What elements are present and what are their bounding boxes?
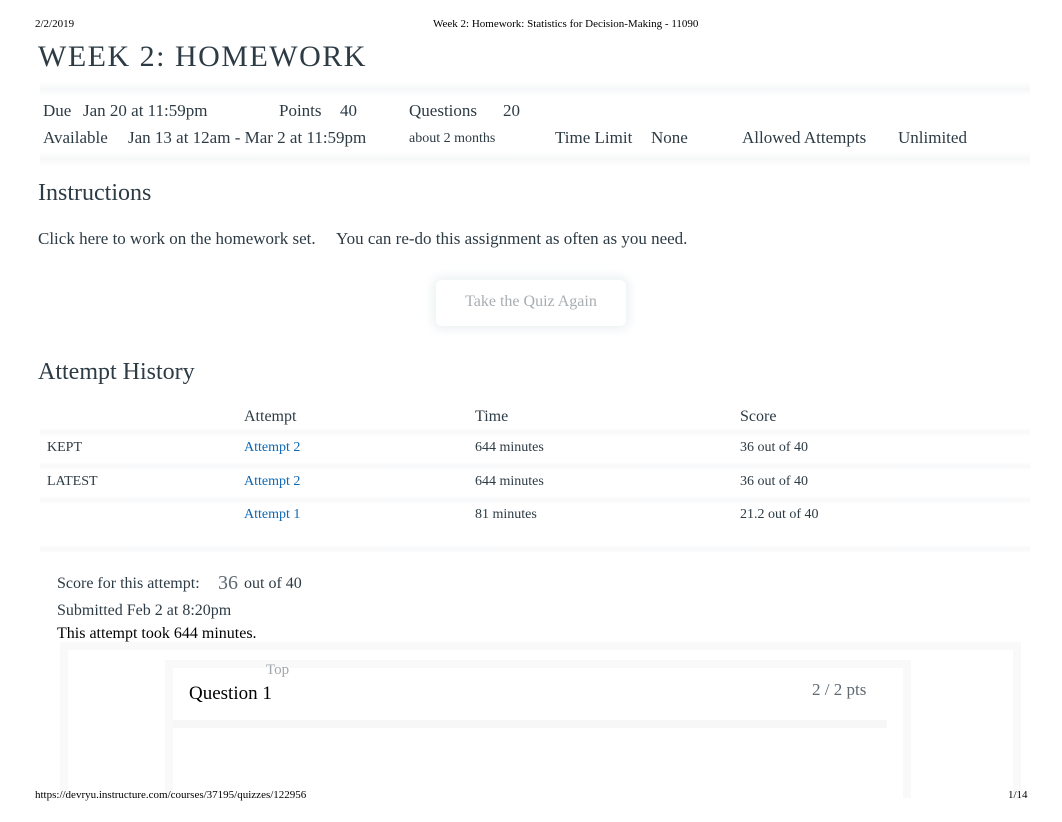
divider [40, 152, 1030, 166]
attempt-time: 644 minutes [475, 474, 544, 489]
take-quiz-again-button[interactable]: Take the Quiz Again [436, 280, 626, 326]
instructions-note: You can re-do this assignment as often a… [336, 229, 688, 248]
points-value: 40 [340, 101, 357, 120]
attempt-history-heading: Attempt History [38, 359, 195, 385]
time-limit-value: None [651, 128, 688, 147]
attempt-time: 81 minutes [475, 507, 537, 522]
column-header-attempt: Attempt [244, 408, 297, 425]
attempt-link[interactable]: Attempt 2 [244, 440, 300, 456]
homework-link[interactable]: Click here to work on the homework set. [38, 229, 316, 249]
score-out-of: out of 40 [244, 575, 302, 592]
question-header [173, 676, 887, 728]
questions-value: 20 [503, 101, 520, 120]
submitted-time: Submitted Feb 2 at 8:20pm [57, 602, 232, 619]
question-title: Question 1 [189, 683, 272, 704]
available-duration: about 2 months [409, 131, 496, 146]
divider [40, 82, 1030, 96]
attempt-link[interactable]: Attempt 2 [244, 474, 300, 490]
column-header-score: Score [740, 408, 777, 425]
attempt-score: 36 out of 40 [740, 474, 809, 489]
allowed-attempts-label: Allowed Attempts [742, 128, 867, 147]
print-date: 2/2/2019 [35, 18, 75, 30]
attempt-link[interactable]: Attempt 1 [244, 507, 300, 523]
allowed-attempts-value: Unlimited [898, 128, 967, 147]
print-doc-title: Week 2: Homework: Statistics for Decisio… [433, 18, 699, 30]
divider [40, 462, 1030, 470]
attempt-score: 36 out of 40 [740, 440, 809, 455]
questions-label: Questions [409, 101, 477, 120]
column-header-time: Time [475, 408, 509, 425]
question-points: 2 / 2 pts [812, 680, 867, 699]
page-title: WEEK 2: HOMEWORK [38, 40, 367, 73]
divider [40, 545, 1030, 553]
attempt-score: 21.2 out of 40 [740, 507, 819, 522]
top-link[interactable]: Top [266, 662, 289, 679]
row-tag: LATEST [47, 474, 98, 489]
due-label: Due [43, 101, 72, 120]
points-label: Points [279, 101, 322, 120]
print-url: https://devryu.instructure.com/courses/3… [35, 789, 307, 801]
attempt-time: 644 minutes [475, 440, 544, 455]
score-value: 36 [218, 572, 238, 594]
row-tag: KEPT [47, 440, 82, 455]
divider [40, 428, 1030, 436]
time-limit-label: Time Limit [555, 128, 633, 147]
divider [40, 496, 1030, 504]
available-value: Jan 13 at 12am - Mar 2 at 11:59pm [128, 128, 367, 147]
due-value: Jan 20 at 11:59pm [83, 101, 208, 120]
instructions-heading: Instructions [38, 180, 152, 206]
score-label: Score for this attempt: [57, 575, 200, 592]
attempt-duration: This attempt took 644 minutes. [57, 625, 257, 642]
page-number: 1/14 [1008, 789, 1028, 801]
available-label: Available [43, 128, 108, 147]
